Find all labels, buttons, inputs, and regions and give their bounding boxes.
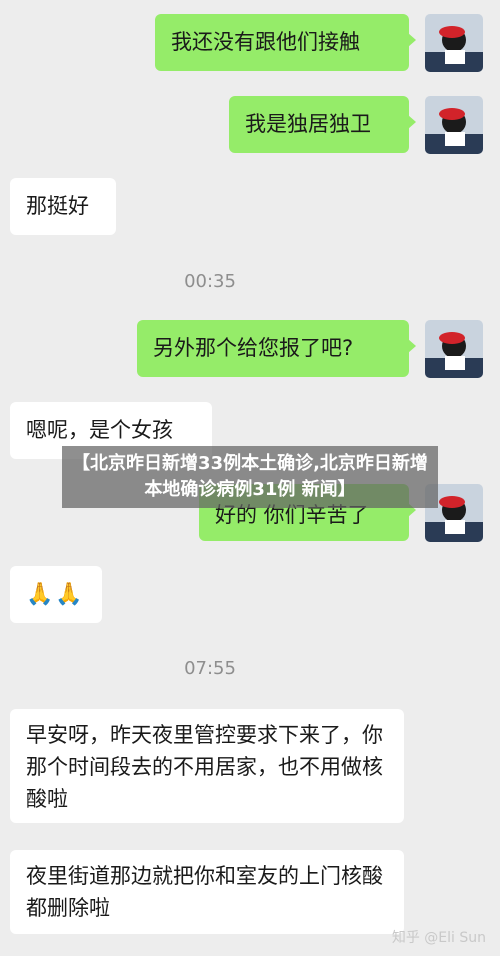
avatar-image — [425, 96, 483, 154]
message-bubble-sent[interactable]: 另外那个给您报了吧? — [137, 320, 416, 377]
timestamp: 00:35 — [184, 271, 236, 292]
avatar[interactable] — [425, 320, 483, 378]
avatar[interactable] — [425, 14, 483, 72]
message-bubble-sent[interactable]: 我是独居独卫 — [229, 96, 416, 153]
timestamp: 07:55 — [184, 658, 236, 679]
avatar-image — [425, 14, 483, 72]
message-bubble-received[interactable]: 🙏🙏 — [10, 566, 102, 623]
message-text: 另外那个给您报了吧? — [153, 336, 354, 360]
message-text: 嗯呢，是个女孩 — [26, 418, 173, 442]
message-text: 我是独居独卫 — [245, 112, 371, 136]
pray-emoji: 🙏🙏 — [26, 582, 85, 607]
message-text: 我还没有跟他们接触 — [171, 30, 360, 54]
message-bubble-received[interactable]: 早安呀，昨天夜里管控要求下来了，你那个时间段去的不用居家，也不用做核酸啦 — [10, 709, 404, 823]
message-text: 夜里街道那边就把你和室友的上门核酸都删除啦 — [26, 864, 383, 920]
message-bubble-received[interactable]: 那挺好 — [10, 178, 116, 235]
message-text: 那挺好 — [26, 194, 89, 218]
message-bubble-received[interactable]: 夜里街道那边就把你和室友的上门核酸都删除啦 — [10, 850, 404, 934]
news-title-overlay: 【北京昨日新增33例本土确诊,北京昨日新增本地确诊病例31例 新闻】 — [62, 446, 438, 508]
overlay-title: 【北京昨日新增33例本土确诊,北京昨日新增本地确诊病例31例 新闻】 — [72, 453, 428, 500]
watermark: 知乎 @Eli Sun — [391, 930, 486, 946]
message-text: 早安呀，昨天夜里管控要求下来了，你那个时间段去的不用居家，也不用做核酸啦 — [26, 723, 383, 811]
message-bubble-sent[interactable]: 我还没有跟他们接触 — [155, 14, 416, 71]
avatar-image — [425, 320, 483, 378]
avatar[interactable] — [425, 96, 483, 154]
